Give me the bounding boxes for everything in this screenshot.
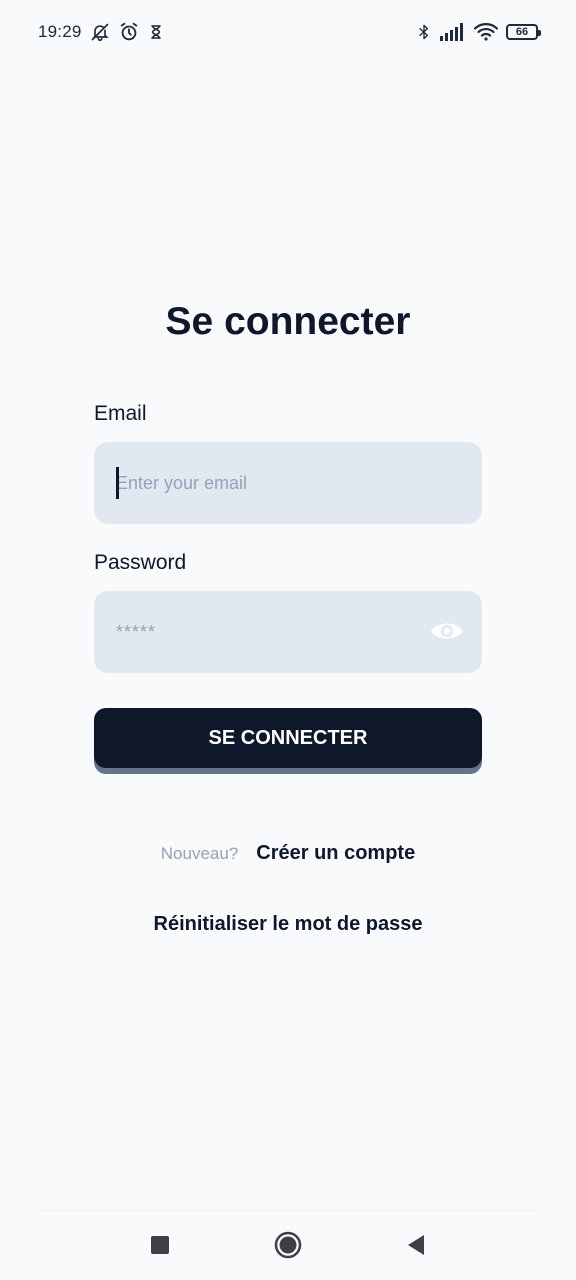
back-triangle-icon[interactable] [398,1227,434,1263]
bell-off-icon [90,22,110,42]
password-field-wrapper: ***** [94,591,482,673]
battery-icon: 66 [506,24,541,40]
email-group: Email [94,402,482,426]
email-label: Email [94,402,147,425]
signup-row: Nouveau? Créer un compte [0,842,576,865]
email-field-wrapper [94,442,482,524]
alarm-icon [118,21,140,43]
email-field[interactable] [94,442,482,524]
wifi-icon [474,22,498,42]
bluetooth-icon [416,21,432,43]
page-title: Se connecter [165,300,411,343]
nav-divider [38,1210,538,1211]
recents-square-icon[interactable] [142,1227,178,1263]
password-group: Password [94,551,482,575]
status-time: 19:29 [38,22,82,41]
battery-level: 66 [515,25,529,38]
reset-password-link[interactable]: Réinitialiser le mot de passe [0,913,576,936]
system-nav-bar [0,1220,576,1270]
status-left: 19:29 [38,21,164,43]
hourglass-icon [148,23,164,41]
text-cursor [116,467,119,499]
new-prompt: Nouveau? [160,844,239,863]
signal-icon [440,23,466,41]
password-field[interactable]: ***** [94,591,482,673]
create-account-link[interactable]: Créer un compte [256,842,415,865]
password-value[interactable]: ***** [116,622,156,643]
status-bar: 19:29 66 [0,0,576,64]
login-screen: 19:29 66 Se connecter Email Enter your e… [0,0,576,1280]
password-label: Password [94,551,187,574]
email-input[interactable] [116,472,460,494]
status-right: 66 [416,21,541,43]
login-button[interactable]: SE CONNECTER [94,708,482,768]
eye-icon[interactable] [430,616,464,651]
home-circle-icon[interactable] [270,1227,306,1263]
